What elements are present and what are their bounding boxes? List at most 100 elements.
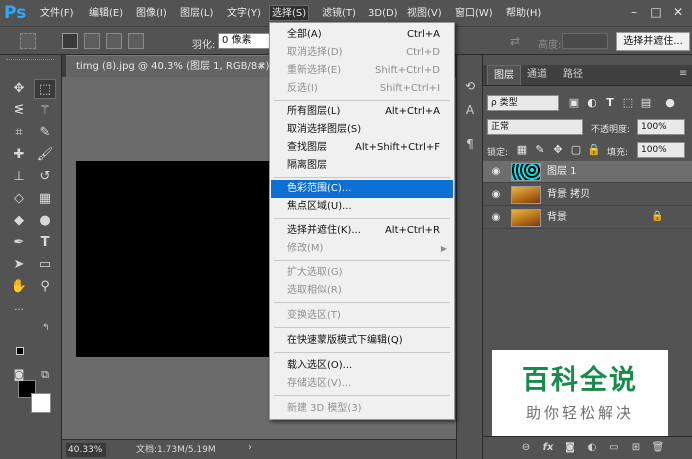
swap-colors-icon[interactable]: ↰ — [42, 323, 50, 333]
marquee-preset-icon[interactable] — [20, 33, 36, 49]
layer-row[interactable]: ◉ 图层 1 — [483, 161, 692, 183]
menu-item-deselect-layers[interactable]: 取消选择图层(S) — [271, 121, 453, 139]
select-and-mask-button[interactable]: 选择并遮住... — [616, 32, 690, 51]
visibility-eye-icon[interactable]: ◉ — [489, 211, 503, 225]
gradient-tool-icon[interactable]: ▦ — [34, 189, 56, 209]
rectangle-tool-icon[interactable]: ▭ — [34, 255, 56, 275]
layer-row[interactable]: ◉ 背景 🔒 — [483, 207, 692, 229]
menu-item-modify[interactable]: 修改(M) ▶ — [271, 240, 453, 258]
menu-help[interactable]: 帮助(H) — [506, 6, 541, 22]
menu-item-find-layers[interactable]: 查找图层 Alt+Shift+Ctrl+F — [271, 139, 453, 157]
menu-item-grow[interactable]: 扩大选取(G) — [271, 264, 453, 282]
menu-select[interactable]: 选择(S) — [269, 5, 310, 21]
link-layers-icon[interactable]: ⊖ — [519, 441, 533, 455]
swap-icon[interactable]: ⇄ — [510, 34, 520, 48]
move-tool-icon[interactable]: ✥ — [8, 79, 30, 99]
paragraph-panel-icon[interactable]: ¶ — [461, 135, 479, 153]
height-input[interactable] — [562, 33, 608, 49]
visibility-eye-icon[interactable]: ◉ — [489, 188, 503, 202]
type-tool-icon[interactable]: T — [34, 233, 56, 253]
tab-channels[interactable]: 通道 — [521, 65, 553, 85]
toolbar-grip[interactable] — [6, 59, 54, 62]
menu-item-similar[interactable]: 选取相似(R) — [271, 282, 453, 300]
menu-item-color-range[interactable]: 色彩范围(C)... — [271, 180, 453, 198]
filter-shape-icon[interactable]: ⬚ — [621, 96, 635, 110]
new-selection-icon[interactable] — [62, 33, 78, 49]
menu-view[interactable]: 视图(V) — [407, 6, 442, 22]
new-layer-icon[interactable]: ⊞ — [629, 441, 643, 455]
menu-type[interactable]: 文字(Y) — [227, 6, 261, 22]
feather-input[interactable]: 0 像素 — [218, 33, 274, 49]
visibility-eye-icon[interactable]: ◉ — [489, 165, 503, 179]
zoom-tool-icon[interactable]: ⚲ — [34, 277, 56, 297]
blur-tool-icon[interactable]: ◆ — [8, 211, 30, 231]
lock-position-icon[interactable]: ✥ — [551, 143, 565, 157]
layer-row[interactable]: ◉ 背景 拷贝 — [483, 184, 692, 206]
layer-name[interactable]: 背景 — [547, 211, 567, 225]
background-color-swatch[interactable] — [31, 393, 51, 413]
intersect-selection-icon[interactable] — [128, 33, 144, 49]
zoom-level-field[interactable]: 40.33% — [66, 443, 106, 457]
filter-adjustment-icon[interactable]: ◐ — [585, 96, 599, 110]
fill-input[interactable]: 100% — [637, 142, 685, 158]
menu-file[interactable]: 文件(F) — [40, 6, 74, 22]
menu-item-reselect[interactable]: 重新选择(E) Shift+Ctrl+D — [271, 62, 453, 80]
menu-layer[interactable]: 图层(L) — [180, 6, 213, 22]
menu-item-new-3d-model[interactable]: 新建 3D 模型(3) — [271, 400, 453, 418]
eyedropper-tool-icon[interactable]: ✎ — [34, 123, 56, 143]
document-tab[interactable]: timg (8).jpg @ 40.3% (图层 1, RGB/8#) * × — [66, 55, 278, 77]
rect-marquee-tool-icon[interactable]: ⬚ — [34, 79, 56, 99]
ellipsis-icon[interactable]: ··· — [8, 301, 30, 321]
filter-smart-object-icon[interactable]: ▤ — [639, 96, 653, 110]
maximize-icon[interactable]: □ — [648, 4, 664, 20]
lock-all-icon[interactable]: 🔒 — [587, 143, 601, 157]
menu-window[interactable]: 窗口(W) — [455, 6, 493, 22]
dodge-tool-icon[interactable]: ● — [34, 211, 56, 231]
hand-tool-icon[interactable]: ✋ — [8, 277, 30, 297]
adjustment-layer-icon[interactable]: ◐ — [585, 441, 599, 455]
menu-item-isolate-layers[interactable]: 隔离图层 — [271, 157, 453, 175]
canvas-image[interactable] — [76, 161, 270, 357]
menu-item-load-selection[interactable]: 载入选区(O)... — [271, 357, 453, 375]
magic-wand-tool-icon[interactable]: ⚚ — [34, 101, 56, 121]
pen-tool-icon[interactable]: ✒ — [8, 233, 30, 253]
layer-filter-select[interactable]: ρ 类型 — [487, 95, 559, 111]
character-panel-icon[interactable]: A — [461, 101, 479, 119]
minimize-icon[interactable]: – — [626, 4, 642, 20]
menu-item-select-and-mask[interactable]: 选择并遮住(K)... Alt+Ctrl+R — [271, 222, 453, 240]
path-selection-tool-icon[interactable]: ➤ — [8, 255, 30, 275]
subtract-selection-icon[interactable] — [106, 33, 122, 49]
tab-layers[interactable]: 图层 — [487, 65, 521, 85]
menu-item-deselect[interactable]: 取消选择(D) Ctrl+D — [271, 44, 453, 62]
history-panel-icon[interactable]: ⟲ — [461, 77, 479, 95]
add-mask-icon[interactable]: ◙ — [563, 441, 577, 455]
default-colors-icon[interactable] — [16, 347, 24, 355]
menu-item-transform-selection[interactable]: 变换选区(T) — [271, 307, 453, 325]
menu-edit[interactable]: 编辑(E) — [89, 6, 123, 22]
blend-mode-select[interactable]: 正常 — [487, 119, 583, 135]
close-tab-icon[interactable]: × — [258, 56, 266, 77]
layer-name[interactable]: 图层 1 — [547, 165, 577, 179]
clone-stamp-tool-icon[interactable]: ⊥ — [8, 167, 30, 187]
healing-brush-tool-icon[interactable]: ✚ — [8, 145, 30, 165]
menu-item-save-selection[interactable]: 存储选区(V)... — [271, 375, 453, 393]
filter-toggle-icon[interactable]: ● — [663, 96, 677, 110]
lock-pixels-icon[interactable]: ✎ — [533, 143, 547, 157]
quick-mask-icon[interactable]: ◙ — [8, 365, 30, 385]
new-group-icon[interactable]: ▭ — [607, 441, 621, 455]
screen-mode-icon[interactable]: ⧉ — [34, 365, 56, 385]
close-icon[interactable]: ✕ — [670, 4, 686, 20]
add-selection-icon[interactable] — [84, 33, 100, 49]
lock-transparent-icon[interactable]: ▦ — [515, 143, 529, 157]
filter-pixel-icon[interactable]: ▣ — [567, 96, 581, 110]
brush-tool-icon[interactable]: 🖌 — [34, 145, 56, 165]
menu-item-all[interactable]: 全部(A) Ctrl+A — [271, 26, 453, 44]
menu-3d[interactable]: 3D(D) — [368, 6, 398, 22]
crop-tool-icon[interactable]: ⌗ — [8, 123, 30, 143]
eraser-tool-icon[interactable]: ◇ — [8, 189, 30, 209]
menu-image[interactable]: 图像(I) — [136, 6, 167, 22]
menu-item-inverse[interactable]: 反选(I) Shift+Ctrl+I — [271, 80, 453, 98]
layer-style-icon[interactable]: fx — [541, 441, 555, 455]
filter-type-icon[interactable]: T — [603, 96, 617, 110]
menu-item-focus-area[interactable]: 焦点区域(U)... — [271, 198, 453, 216]
